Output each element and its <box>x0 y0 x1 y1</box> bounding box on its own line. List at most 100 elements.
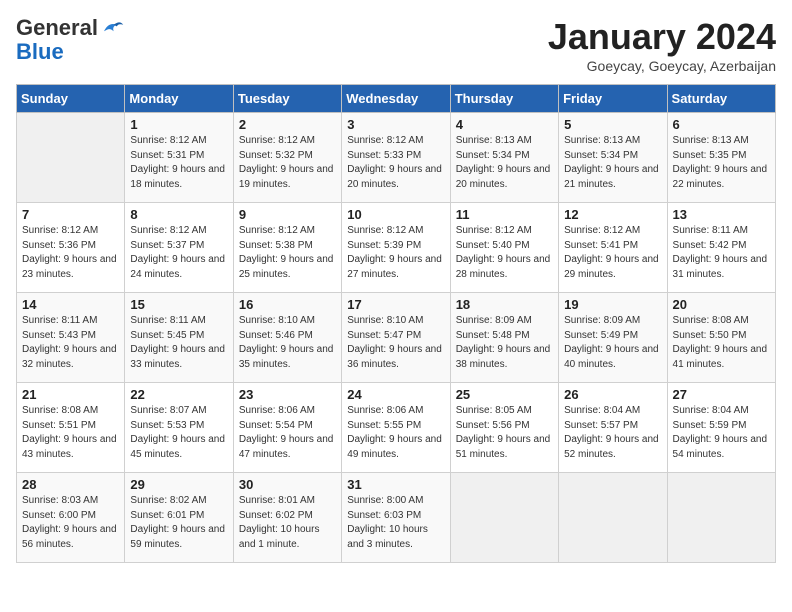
calendar-header: SundayMondayTuesdayWednesdayThursdayFrid… <box>17 85 776 113</box>
day-info: Sunrise: 8:11 AMSunset: 5:45 PMDaylight:… <box>130 315 225 370</box>
week-row-0: 1 Sunrise: 8:12 AMSunset: 5:31 PMDaylight… <box>17 113 776 203</box>
day-number: 8 <box>130 207 227 222</box>
week-row-4: 28 Sunrise: 8:03 AMSunset: 6:00 PMDayligh… <box>17 473 776 563</box>
calendar-cell: 15 Sunrise: 8:11 AMSunset: 5:45 PMDayligh… <box>125 293 233 383</box>
day-info: Sunrise: 8:02 AMSunset: 6:01 PMDaylight:… <box>130 495 225 550</box>
calendar-cell: 11 Sunrise: 8:12 AMSunset: 5:40 PMDayligh… <box>450 203 558 293</box>
day-number: 23 <box>239 387 336 402</box>
day-info: Sunrise: 8:13 AMSunset: 5:35 PMDaylight:… <box>673 135 768 190</box>
day-number: 6 <box>673 117 770 132</box>
calendar-cell: 25Sunrise: 8:05 AMSunset: 5:56 PMDayligh… <box>450 383 558 473</box>
header-day-tuesday: Tuesday <box>233 85 341 113</box>
calendar-table: SundayMondayTuesdayWednesdayThursdayFrid… <box>16 84 776 563</box>
day-info: Sunrise: 8:13 AMSunset: 5:34 PMDaylight:… <box>456 135 551 190</box>
day-number: 3 <box>347 117 444 132</box>
day-info: Sunrise: 8:09 AMSunset: 5:49 PMDaylight:… <box>564 315 659 370</box>
calendar-cell <box>559 473 667 563</box>
header-day-sunday: Sunday <box>17 85 125 113</box>
calendar-cell: 3 Sunrise: 8:12 AMSunset: 5:33 PMDaylight… <box>342 113 450 203</box>
calendar-body: 1 Sunrise: 8:12 AMSunset: 5:31 PMDaylight… <box>17 113 776 563</box>
day-info: Sunrise: 8:09 AMSunset: 5:48 PMDaylight:… <box>456 315 551 370</box>
day-info: Sunrise: 8:03 AMSunset: 6:00 PMDaylight:… <box>22 495 117 550</box>
day-number: 1 <box>130 117 227 132</box>
day-number: 17 <box>347 297 444 312</box>
calendar-cell: 17Sunrise: 8:10 AMSunset: 5:47 PMDayligh… <box>342 293 450 383</box>
calendar-cell: 14 Sunrise: 8:11 AMSunset: 5:43 PMDayligh… <box>17 293 125 383</box>
day-number: 31 <box>347 477 444 492</box>
day-info: Sunrise: 8:12 AMSunset: 5:39 PMDaylight:… <box>347 225 442 280</box>
calendar-cell: 24 Sunrise: 8:06 AMSunset: 5:55 PMDayligh… <box>342 383 450 473</box>
day-info: Sunrise: 8:12 AMSunset: 5:41 PMDaylight:… <box>564 225 659 280</box>
location: Goeycay, Goeycay, Azerbaijan <box>548 58 776 74</box>
calendar-cell: 18 Sunrise: 8:09 AMSunset: 5:48 PMDayligh… <box>450 293 558 383</box>
calendar-cell: 9 Sunrise: 8:12 AMSunset: 5:38 PMDaylight… <box>233 203 341 293</box>
day-number: 2 <box>239 117 336 132</box>
day-number: 12 <box>564 207 661 222</box>
title-block: January 2024 Goeycay, Goeycay, Azerbaija… <box>548 16 776 74</box>
day-info: Sunrise: 8:08 AMSunset: 5:51 PMDaylight:… <box>22 405 117 460</box>
logo-general: General <box>16 16 98 40</box>
day-info: Sunrise: 8:06 AMSunset: 5:54 PMDaylight:… <box>239 405 334 460</box>
day-info: Sunrise: 8:12 AMSunset: 5:33 PMDaylight:… <box>347 135 442 190</box>
header-day-thursday: Thursday <box>450 85 558 113</box>
calendar-cell: 1 Sunrise: 8:12 AMSunset: 5:31 PMDaylight… <box>125 113 233 203</box>
calendar-cell: 12 Sunrise: 8:12 AMSunset: 5:41 PMDayligh… <box>559 203 667 293</box>
header-day-saturday: Saturday <box>667 85 775 113</box>
day-info: Sunrise: 8:11 AMSunset: 5:42 PMDaylight:… <box>673 225 768 280</box>
calendar-cell: 31 Sunrise: 8:00 AMSunset: 6:03 PMDayligh… <box>342 473 450 563</box>
logo-bird-icon <box>100 20 124 36</box>
day-info: Sunrise: 8:06 AMSunset: 5:55 PMDaylight:… <box>347 405 442 460</box>
day-number: 26 <box>564 387 661 402</box>
day-number: 25 <box>456 387 553 402</box>
day-info: Sunrise: 8:07 AMSunset: 5:53 PMDaylight:… <box>130 405 225 460</box>
week-row-1: 7 Sunrise: 8:12 AMSunset: 5:36 PMDaylight… <box>17 203 776 293</box>
calendar-cell <box>667 473 775 563</box>
header-day-wednesday: Wednesday <box>342 85 450 113</box>
day-info: Sunrise: 8:12 AMSunset: 5:37 PMDaylight:… <box>130 225 225 280</box>
week-row-3: 21Sunrise: 8:08 AMSunset: 5:51 PMDayligh… <box>17 383 776 473</box>
calendar-cell: 16Sunrise: 8:10 AMSunset: 5:46 PMDayligh… <box>233 293 341 383</box>
day-info: Sunrise: 8:11 AMSunset: 5:43 PMDaylight:… <box>22 315 117 370</box>
calendar-cell: 10 Sunrise: 8:12 AMSunset: 5:39 PMDayligh… <box>342 203 450 293</box>
day-info: Sunrise: 8:12 AMSunset: 5:36 PMDaylight:… <box>22 225 117 280</box>
day-number: 24 <box>347 387 444 402</box>
day-info: Sunrise: 8:12 AMSunset: 5:38 PMDaylight:… <box>239 225 334 280</box>
calendar-cell: 6 Sunrise: 8:13 AMSunset: 5:35 PMDaylight… <box>667 113 775 203</box>
calendar-cell: 13 Sunrise: 8:11 AMSunset: 5:42 PMDayligh… <box>667 203 775 293</box>
day-number: 30 <box>239 477 336 492</box>
day-info: Sunrise: 8:00 AMSunset: 6:03 PMDaylight:… <box>347 495 428 550</box>
day-number: 28 <box>22 477 119 492</box>
header-day-monday: Monday <box>125 85 233 113</box>
day-info: Sunrise: 8:08 AMSunset: 5:50 PMDaylight:… <box>673 315 768 370</box>
day-number: 4 <box>456 117 553 132</box>
calendar-cell: 8 Sunrise: 8:12 AMSunset: 5:37 PMDaylight… <box>125 203 233 293</box>
day-number: 14 <box>22 297 119 312</box>
day-info: Sunrise: 8:04 AMSunset: 5:57 PMDaylight:… <box>564 405 659 460</box>
week-row-2: 14 Sunrise: 8:11 AMSunset: 5:43 PMDayligh… <box>17 293 776 383</box>
calendar-cell: 2 Sunrise: 8:12 AMSunset: 5:32 PMDaylight… <box>233 113 341 203</box>
calendar-cell: 4 Sunrise: 8:13 AMSunset: 5:34 PMDaylight… <box>450 113 558 203</box>
day-info: Sunrise: 8:13 AMSunset: 5:34 PMDaylight:… <box>564 135 659 190</box>
day-number: 7 <box>22 207 119 222</box>
day-info: Sunrise: 8:12 AMSunset: 5:40 PMDaylight:… <box>456 225 551 280</box>
calendar-cell <box>450 473 558 563</box>
logo: General Blue <box>16 16 124 64</box>
day-number: 22 <box>130 387 227 402</box>
header-day-friday: Friday <box>559 85 667 113</box>
day-number: 9 <box>239 207 336 222</box>
day-number: 5 <box>564 117 661 132</box>
day-info: Sunrise: 8:12 AMSunset: 5:32 PMDaylight:… <box>239 135 334 190</box>
day-number: 18 <box>456 297 553 312</box>
day-number: 10 <box>347 207 444 222</box>
calendar-cell: 29Sunrise: 8:02 AMSunset: 6:01 PMDayligh… <box>125 473 233 563</box>
calendar-cell: 19 Sunrise: 8:09 AMSunset: 5:49 PMDayligh… <box>559 293 667 383</box>
day-number: 15 <box>130 297 227 312</box>
day-number: 11 <box>456 207 553 222</box>
calendar-cell: 26 Sunrise: 8:04 AMSunset: 5:57 PMDayligh… <box>559 383 667 473</box>
day-number: 13 <box>673 207 770 222</box>
calendar-cell: 22 Sunrise: 8:07 AMSunset: 5:53 PMDayligh… <box>125 383 233 473</box>
day-info: Sunrise: 8:12 AMSunset: 5:31 PMDaylight:… <box>130 135 225 190</box>
calendar-cell <box>17 113 125 203</box>
day-number: 19 <box>564 297 661 312</box>
header-row: SundayMondayTuesdayWednesdayThursdayFrid… <box>17 85 776 113</box>
